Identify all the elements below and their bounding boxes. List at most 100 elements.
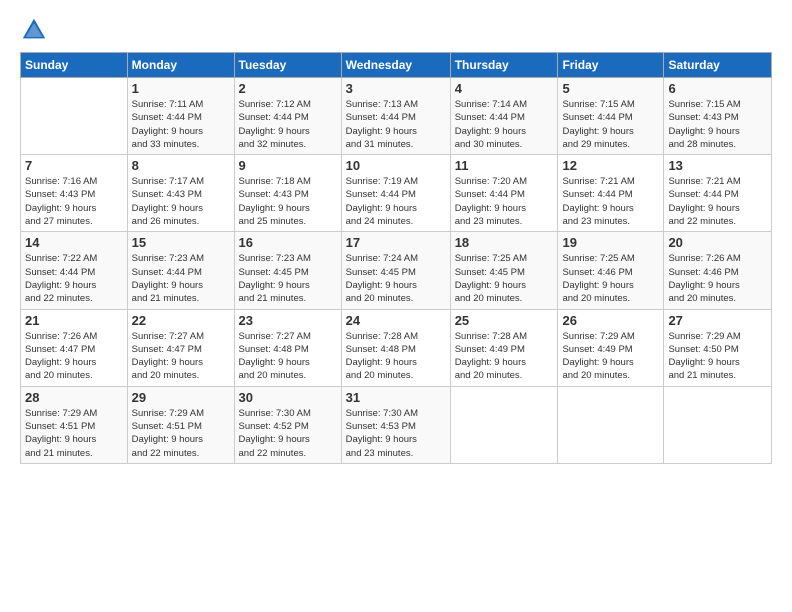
- day-info: Sunrise: 7:16 AM Sunset: 4:43 PM Dayligh…: [25, 175, 123, 228]
- day-info: Sunrise: 7:30 AM Sunset: 4:53 PM Dayligh…: [346, 407, 446, 460]
- day-info: Sunrise: 7:25 AM Sunset: 4:45 PM Dayligh…: [455, 252, 554, 305]
- calendar-cell: 8 Sunrise: 7:17 AM Sunset: 4:43 PM Daylig…: [127, 155, 234, 232]
- calendar-cell: [558, 386, 664, 463]
- day-info: Sunrise: 7:25 AM Sunset: 4:46 PM Dayligh…: [562, 252, 659, 305]
- calendar-cell: 16 Sunrise: 7:23 AM Sunset: 4:45 PM Dayli…: [234, 232, 341, 309]
- calendar-cell: 10 Sunrise: 7:19 AM Sunset: 4:44 PM Dayli…: [341, 155, 450, 232]
- calendar-cell: 22 Sunrise: 7:27 AM Sunset: 4:47 PM Dayli…: [127, 309, 234, 386]
- day-info: Sunrise: 7:27 AM Sunset: 4:47 PM Dayligh…: [132, 330, 230, 383]
- calendar-cell: 26 Sunrise: 7:29 AM Sunset: 4:49 PM Dayli…: [558, 309, 664, 386]
- calendar-cell: [450, 386, 558, 463]
- day-info: Sunrise: 7:29 AM Sunset: 4:49 PM Dayligh…: [562, 330, 659, 383]
- calendar-cell: 4 Sunrise: 7:14 AM Sunset: 4:44 PM Daylig…: [450, 78, 558, 155]
- day-info: Sunrise: 7:29 AM Sunset: 4:51 PM Dayligh…: [132, 407, 230, 460]
- day-info: Sunrise: 7:24 AM Sunset: 4:45 PM Dayligh…: [346, 252, 446, 305]
- day-info: Sunrise: 7:26 AM Sunset: 4:46 PM Dayligh…: [668, 252, 767, 305]
- day-number: 1: [132, 81, 230, 96]
- calendar-cell: 27 Sunrise: 7:29 AM Sunset: 4:50 PM Dayli…: [664, 309, 772, 386]
- day-number: 22: [132, 313, 230, 328]
- day-number: 3: [346, 81, 446, 96]
- day-number: 18: [455, 235, 554, 250]
- day-info: Sunrise: 7:21 AM Sunset: 4:44 PM Dayligh…: [562, 175, 659, 228]
- calendar-cell: 6 Sunrise: 7:15 AM Sunset: 4:43 PM Daylig…: [664, 78, 772, 155]
- calendar-week-3: 14Sunrise: 7:22 AM Sunset: 4:44 PM Dayli…: [21, 232, 772, 309]
- calendar-cell: 20 Sunrise: 7:26 AM Sunset: 4:46 PM Dayli…: [664, 232, 772, 309]
- day-info: Sunrise: 7:22 AM Sunset: 4:44 PM Dayligh…: [25, 252, 123, 305]
- day-info: Sunrise: 7:26 AM Sunset: 4:47 PM Dayligh…: [25, 330, 123, 383]
- calendar-cell: 15 Sunrise: 7:23 AM Sunset: 4:44 PM Dayli…: [127, 232, 234, 309]
- day-number: 31: [346, 390, 446, 405]
- calendar-header-row: SundayMondayTuesdayWednesdayThursdayFrid…: [21, 53, 772, 78]
- calendar-week-1: 1 Sunrise: 7:11 AM Sunset: 4:44 PM Daylig…: [21, 78, 772, 155]
- day-number: 29: [132, 390, 230, 405]
- day-info: Sunrise: 7:19 AM Sunset: 4:44 PM Dayligh…: [346, 175, 446, 228]
- day-header-sunday: Sunday: [21, 53, 128, 78]
- day-number: 21: [25, 313, 123, 328]
- day-info: Sunrise: 7:11 AM Sunset: 4:44 PM Dayligh…: [132, 98, 230, 151]
- calendar-cell: 12 Sunrise: 7:21 AM Sunset: 4:44 PM Dayli…: [558, 155, 664, 232]
- day-header-saturday: Saturday: [664, 53, 772, 78]
- day-info: Sunrise: 7:20 AM Sunset: 4:44 PM Dayligh…: [455, 175, 554, 228]
- calendar-cell: 7Sunrise: 7:16 AM Sunset: 4:43 PM Daylig…: [21, 155, 128, 232]
- day-info: Sunrise: 7:23 AM Sunset: 4:44 PM Dayligh…: [132, 252, 230, 305]
- day-number: 4: [455, 81, 554, 96]
- calendar-week-2: 7Sunrise: 7:16 AM Sunset: 4:43 PM Daylig…: [21, 155, 772, 232]
- day-info: Sunrise: 7:28 AM Sunset: 4:48 PM Dayligh…: [346, 330, 446, 383]
- day-number: 23: [239, 313, 337, 328]
- calendar-cell: 28Sunrise: 7:29 AM Sunset: 4:51 PM Dayli…: [21, 386, 128, 463]
- calendar-cell: 14Sunrise: 7:22 AM Sunset: 4:44 PM Dayli…: [21, 232, 128, 309]
- day-info: Sunrise: 7:29 AM Sunset: 4:50 PM Dayligh…: [668, 330, 767, 383]
- calendar-cell: 5 Sunrise: 7:15 AM Sunset: 4:44 PM Daylig…: [558, 78, 664, 155]
- day-info: Sunrise: 7:15 AM Sunset: 4:44 PM Dayligh…: [562, 98, 659, 151]
- day-number: 2: [239, 81, 337, 96]
- calendar-table: SundayMondayTuesdayWednesdayThursdayFrid…: [20, 52, 772, 464]
- day-info: Sunrise: 7:17 AM Sunset: 4:43 PM Dayligh…: [132, 175, 230, 228]
- calendar-cell: 9Sunrise: 7:18 AM Sunset: 4:43 PM Daylig…: [234, 155, 341, 232]
- logo: [20, 16, 52, 44]
- logo-icon: [20, 16, 48, 44]
- day-number: 5: [562, 81, 659, 96]
- calendar-cell: 2Sunrise: 7:12 AM Sunset: 4:44 PM Daylig…: [234, 78, 341, 155]
- day-number: 13: [668, 158, 767, 173]
- day-info: Sunrise: 7:21 AM Sunset: 4:44 PM Dayligh…: [668, 175, 767, 228]
- calendar-cell: 25Sunrise: 7:28 AM Sunset: 4:49 PM Dayli…: [450, 309, 558, 386]
- calendar-cell: 23 Sunrise: 7:27 AM Sunset: 4:48 PM Dayli…: [234, 309, 341, 386]
- calendar-cell: 17Sunrise: 7:24 AM Sunset: 4:45 PM Dayli…: [341, 232, 450, 309]
- day-number: 26: [562, 313, 659, 328]
- day-number: 12: [562, 158, 659, 173]
- calendar-cell: 1 Sunrise: 7:11 AM Sunset: 4:44 PM Daylig…: [127, 78, 234, 155]
- day-number: 30: [239, 390, 337, 405]
- day-number: 19: [562, 235, 659, 250]
- day-number: 16: [239, 235, 337, 250]
- day-number: 6: [668, 81, 767, 96]
- day-info: Sunrise: 7:13 AM Sunset: 4:44 PM Dayligh…: [346, 98, 446, 151]
- calendar-cell: 11Sunrise: 7:20 AM Sunset: 4:44 PM Dayli…: [450, 155, 558, 232]
- day-header-monday: Monday: [127, 53, 234, 78]
- day-info: Sunrise: 7:15 AM Sunset: 4:43 PM Dayligh…: [668, 98, 767, 151]
- day-header-friday: Friday: [558, 53, 664, 78]
- day-info: Sunrise: 7:14 AM Sunset: 4:44 PM Dayligh…: [455, 98, 554, 151]
- day-header-tuesday: Tuesday: [234, 53, 341, 78]
- day-number: 20: [668, 235, 767, 250]
- day-info: Sunrise: 7:29 AM Sunset: 4:51 PM Dayligh…: [25, 407, 123, 460]
- page-header: [20, 16, 772, 44]
- day-number: 10: [346, 158, 446, 173]
- day-number: 15: [132, 235, 230, 250]
- day-number: 25: [455, 313, 554, 328]
- calendar-cell: [21, 78, 128, 155]
- day-number: 9: [239, 158, 337, 173]
- day-number: 27: [668, 313, 767, 328]
- calendar-cell: 18 Sunrise: 7:25 AM Sunset: 4:45 PM Dayli…: [450, 232, 558, 309]
- calendar-cell: 21 Sunrise: 7:26 AM Sunset: 4:47 PM Dayli…: [21, 309, 128, 386]
- day-info: Sunrise: 7:23 AM Sunset: 4:45 PM Dayligh…: [239, 252, 337, 305]
- day-header-thursday: Thursday: [450, 53, 558, 78]
- calendar-week-4: 21 Sunrise: 7:26 AM Sunset: 4:47 PM Dayli…: [21, 309, 772, 386]
- page-container: SundayMondayTuesdayWednesdayThursdayFrid…: [0, 0, 792, 474]
- calendar-cell: 13 Sunrise: 7:21 AM Sunset: 4:44 PM Dayli…: [664, 155, 772, 232]
- calendar-cell: [664, 386, 772, 463]
- calendar-cell: 30Sunrise: 7:30 AM Sunset: 4:52 PM Dayli…: [234, 386, 341, 463]
- day-info: Sunrise: 7:27 AM Sunset: 4:48 PM Dayligh…: [239, 330, 337, 383]
- calendar-week-5: 28Sunrise: 7:29 AM Sunset: 4:51 PM Dayli…: [21, 386, 772, 463]
- day-number: 8: [132, 158, 230, 173]
- calendar-cell: 24Sunrise: 7:28 AM Sunset: 4:48 PM Dayli…: [341, 309, 450, 386]
